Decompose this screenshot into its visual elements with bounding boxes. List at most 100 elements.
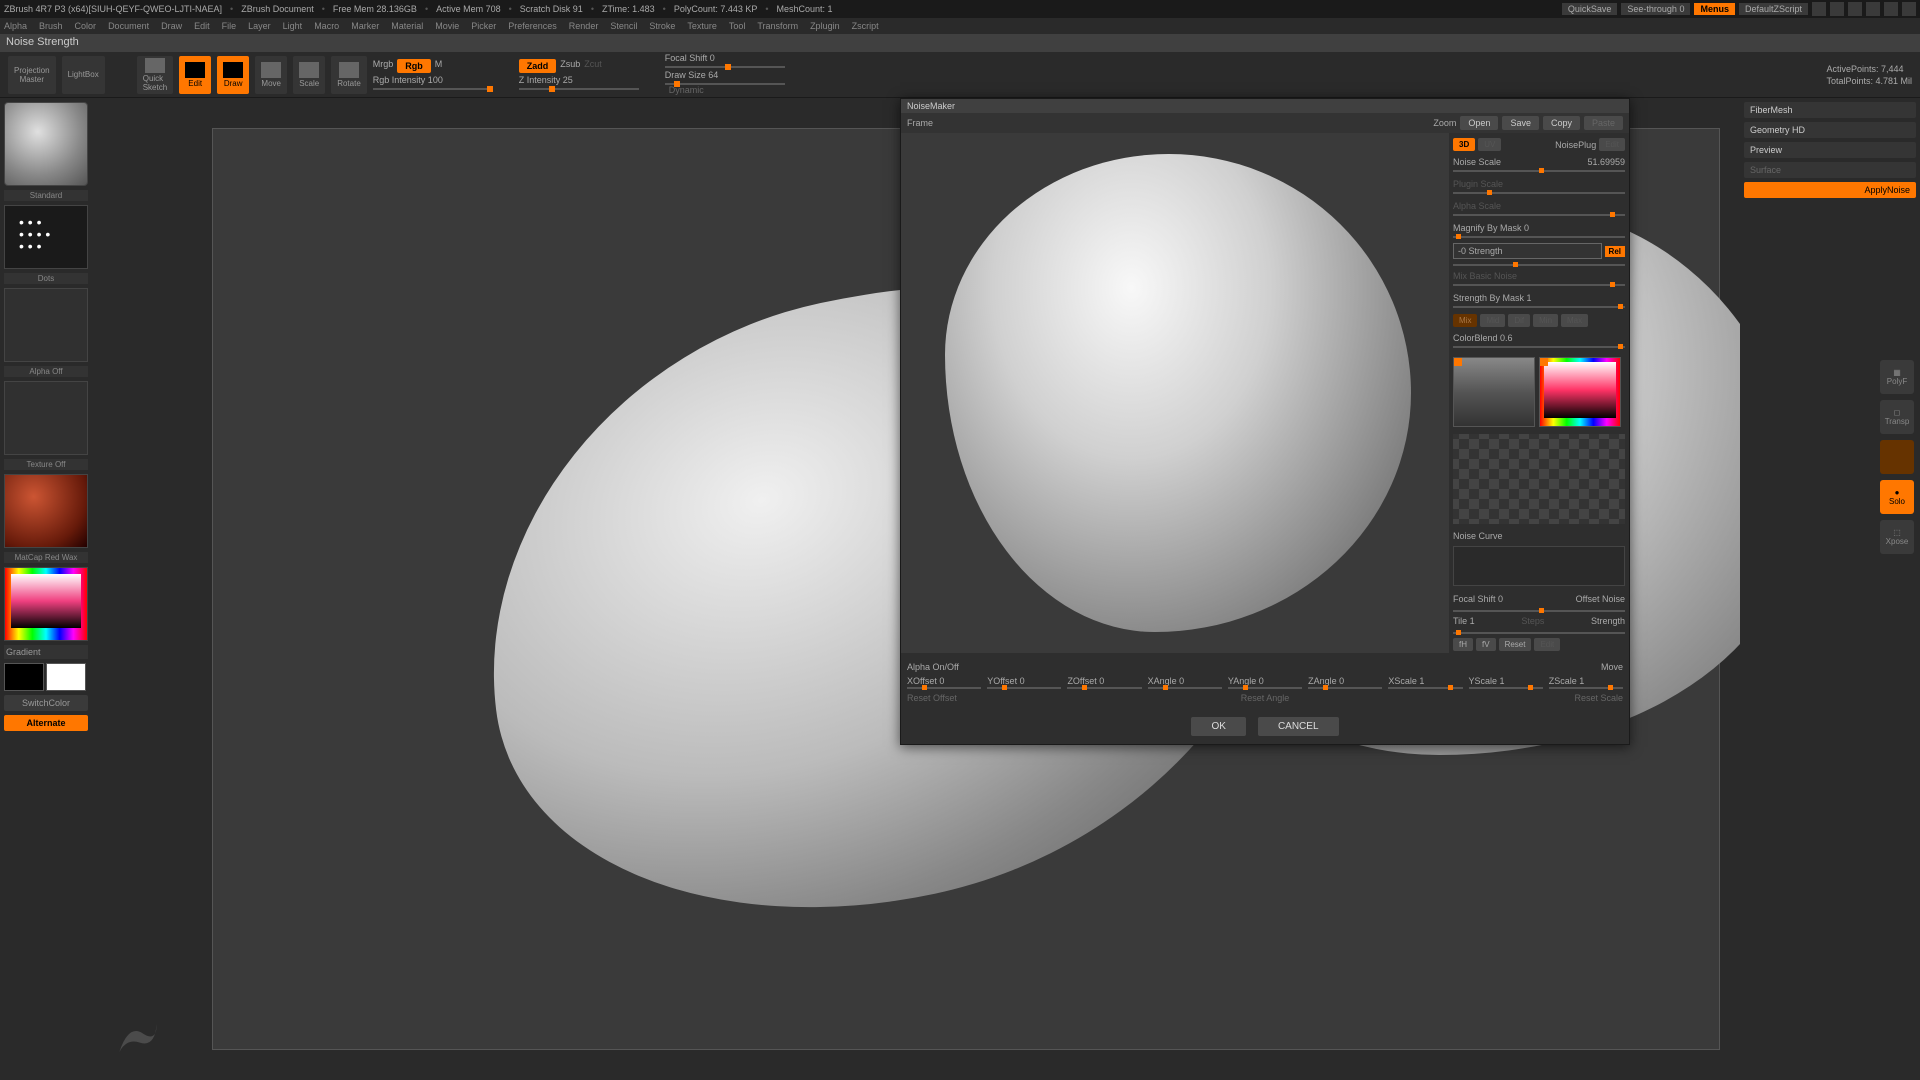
draw-button[interactable]: Draw bbox=[217, 56, 249, 94]
window-icon[interactable] bbox=[1812, 2, 1826, 16]
window-icon[interactable] bbox=[1830, 2, 1844, 16]
dif-button[interactable]: Dif bbox=[1508, 314, 1530, 327]
focal-shift-slider[interactable] bbox=[665, 66, 785, 68]
brush-thumbnail[interactable] bbox=[4, 102, 88, 186]
menu-item[interactable]: Alpha bbox=[4, 21, 27, 31]
zsub-label[interactable]: Zsub bbox=[560, 59, 580, 73]
color-picker-b[interactable] bbox=[1539, 357, 1621, 427]
menu-item[interactable]: Transform bbox=[757, 21, 798, 31]
noise-preview[interactable] bbox=[901, 133, 1449, 653]
frame-label[interactable]: Frame bbox=[907, 118, 933, 128]
plugin-scale-slider[interactable] bbox=[1453, 192, 1625, 194]
menu-item[interactable]: Edit bbox=[194, 21, 210, 31]
noiseplug-label[interactable]: NoisePlug bbox=[1555, 140, 1596, 150]
polyf-button[interactable]: ▦PolyF bbox=[1880, 360, 1914, 394]
alpha-onoff-label[interactable]: Alpha On/Off bbox=[907, 662, 959, 672]
strength-label[interactable]: Strength bbox=[1591, 616, 1625, 626]
menu-item[interactable]: Tool bbox=[729, 21, 746, 31]
menus-button[interactable]: Menus bbox=[1694, 3, 1735, 15]
rgb-intensity-slider[interactable] bbox=[373, 88, 493, 90]
xangle-slider[interactable] bbox=[1148, 687, 1222, 689]
yangle-label[interactable]: YAngle 0 bbox=[1228, 676, 1302, 686]
focal-offset-slider[interactable] bbox=[1453, 610, 1625, 612]
quicksketch-button[interactable]: Quick Sketch bbox=[137, 56, 173, 94]
geometry-hd-section[interactable]: Geometry HD bbox=[1744, 122, 1916, 138]
lightbox-button[interactable]: LightBox bbox=[62, 56, 105, 94]
color-picker-a[interactable] bbox=[1453, 357, 1535, 427]
seethrough-slider[interactable]: See-through 0 bbox=[1621, 3, 1690, 15]
rgb-button[interactable]: Rgb bbox=[397, 59, 431, 73]
yoffset-slider[interactable] bbox=[987, 687, 1061, 689]
menu-item[interactable]: Color bbox=[75, 21, 97, 31]
menu-item[interactable]: Zscript bbox=[852, 21, 879, 31]
menu-item[interactable]: Macro bbox=[314, 21, 339, 31]
offset-noise-label[interactable]: Offset Noise bbox=[1576, 594, 1625, 604]
menu-item[interactable]: Render bbox=[569, 21, 599, 31]
steps-label[interactable]: Steps bbox=[1478, 616, 1588, 626]
paste-button[interactable]: Paste bbox=[1584, 116, 1623, 130]
switch-color-button[interactable]: SwitchColor bbox=[4, 695, 88, 711]
copy-button[interactable]: Copy bbox=[1543, 116, 1580, 130]
zangle-slider[interactable] bbox=[1308, 687, 1382, 689]
alpha-thumbnail[interactable] bbox=[4, 288, 88, 362]
menu-item[interactable]: Marker bbox=[351, 21, 379, 31]
menu-item[interactable]: Movie bbox=[435, 21, 459, 31]
menu-item[interactable]: Zplugin bbox=[810, 21, 840, 31]
menu-item[interactable]: File bbox=[222, 21, 237, 31]
apply-noise-button[interactable]: ApplyNoise bbox=[1744, 182, 1916, 198]
tile-slider[interactable] bbox=[1453, 632, 1625, 634]
menu-item[interactable]: Document bbox=[108, 21, 149, 31]
fh-button[interactable]: fH bbox=[1453, 638, 1473, 651]
alpha-scale-slider[interactable] bbox=[1453, 214, 1625, 216]
colorblend-slider[interactable] bbox=[1453, 346, 1625, 348]
zadd-button[interactable]: Zadd bbox=[519, 59, 557, 73]
rel-button[interactable]: Rel bbox=[1605, 246, 1625, 257]
menu-item[interactable]: Material bbox=[391, 21, 423, 31]
gradient-label[interactable]: Gradient bbox=[4, 645, 88, 659]
stroke-thumbnail[interactable] bbox=[4, 205, 88, 269]
menu-item[interactable]: Stencil bbox=[610, 21, 637, 31]
swatch-white[interactable] bbox=[46, 663, 86, 691]
rotate-button[interactable]: Rotate bbox=[331, 56, 367, 94]
default-script[interactable]: DefaultZScript bbox=[1739, 3, 1808, 15]
yoffset-label[interactable]: YOffset 0 bbox=[987, 676, 1061, 686]
mid-button[interactable]: Mid bbox=[1480, 314, 1505, 327]
fibermesh-section[interactable]: FiberMesh bbox=[1744, 102, 1916, 118]
menu-item[interactable]: Picker bbox=[471, 21, 496, 31]
preview-section[interactable]: Preview bbox=[1744, 142, 1916, 158]
draw-size-slider[interactable] bbox=[665, 83, 785, 85]
menu-item[interactable]: Brush bbox=[39, 21, 63, 31]
scale-button[interactable]: Scale bbox=[293, 56, 325, 94]
reset-button[interactable]: Reset bbox=[1499, 638, 1532, 651]
yangle-slider[interactable] bbox=[1228, 687, 1302, 689]
menu-item[interactable]: Texture bbox=[687, 21, 717, 31]
xscale-slider[interactable] bbox=[1388, 687, 1462, 689]
tile-label[interactable]: Tile 1 bbox=[1453, 616, 1475, 626]
xoffset-slider[interactable] bbox=[907, 687, 981, 689]
fv-button[interactable]: fV bbox=[1476, 638, 1496, 651]
edit-button[interactable]: Edit bbox=[179, 56, 211, 94]
projection-master-button[interactable]: Projection Master bbox=[8, 56, 56, 94]
reset-angle-button[interactable]: Reset Angle bbox=[1148, 693, 1383, 703]
alpha-preview[interactable] bbox=[1453, 434, 1625, 524]
zoffset-label[interactable]: ZOffset 0 bbox=[1067, 676, 1141, 686]
z-intensity-slider[interactable] bbox=[519, 88, 639, 90]
uv-button[interactable]: UV bbox=[1478, 138, 1501, 151]
menu-item[interactable]: Stroke bbox=[649, 21, 675, 31]
focal-shift-label[interactable]: Focal Shift 0 bbox=[1453, 594, 1503, 604]
mix-button[interactable]: Mix bbox=[1453, 314, 1477, 327]
move-button[interactable]: Move bbox=[255, 56, 287, 94]
xangle-label[interactable]: XAngle 0 bbox=[1148, 676, 1222, 686]
cancel-button[interactable]: CANCEL bbox=[1258, 717, 1339, 736]
zoom-label[interactable]: Zoom bbox=[1433, 118, 1456, 128]
z-intensity[interactable]: Z Intensity 25 bbox=[519, 75, 573, 85]
strength-field[interactable]: -0 Strength bbox=[1453, 243, 1602, 259]
swatch-black[interactable] bbox=[4, 663, 44, 691]
window-icon[interactable] bbox=[1848, 2, 1862, 16]
surface-section[interactable]: Surface bbox=[1744, 162, 1916, 178]
3d-button[interactable]: 3D bbox=[1453, 138, 1475, 151]
magnify-mask-slider[interactable] bbox=[1453, 236, 1625, 238]
mix-basic-slider[interactable] bbox=[1453, 284, 1625, 286]
noise-scale-slider[interactable] bbox=[1453, 170, 1625, 172]
reset-offset-button[interactable]: Reset Offset bbox=[907, 693, 1142, 703]
